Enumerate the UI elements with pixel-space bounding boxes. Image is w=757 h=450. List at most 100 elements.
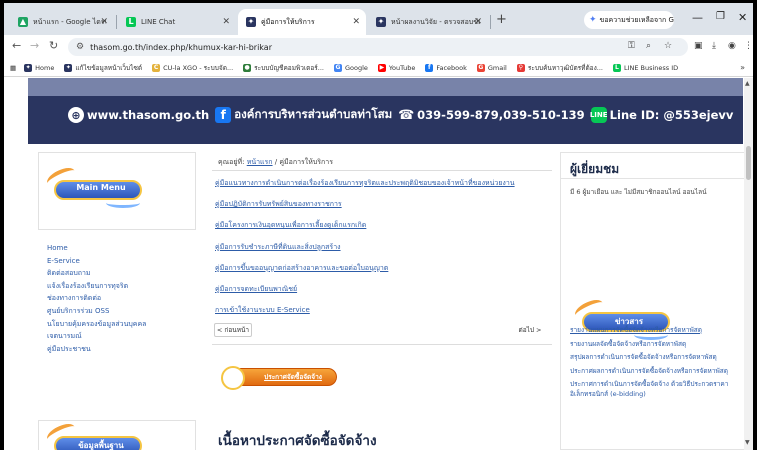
scroll-down-icon[interactable]: ▼ <box>745 439 750 446</box>
youtube-icon: ▶ <box>377 63 386 72</box>
close-icon[interactable]: ✕ <box>100 17 108 27</box>
tab-google-drive[interactable]: ▲ หน้าแรก - Google ไดรฟ์ ✕ <box>10 9 114 35</box>
menu-item-contact-channels[interactable]: ช่องทางการติดต่อ <box>47 292 197 305</box>
banner-website[interactable]: www.thasom.go.th <box>87 108 209 122</box>
link-e-bidding[interactable]: ประกาศการดำเนินการจัดซื้อจัดจ้าง ด้วยวิธ… <box>570 380 740 399</box>
menu-item-privacy[interactable]: นโยบายคุ้มครองข้อมูลส่วนบุคคล <box>47 318 197 331</box>
window-close-icon[interactable]: ✕ <box>738 11 747 24</box>
doc-link-eservice[interactable]: การเข้าใช้งานระบบ E-Service <box>215 303 555 324</box>
basic-info-badge[interactable]: ข้อมูลพื้นฐาน <box>44 420 146 450</box>
scroll-up-icon[interactable]: ▲ <box>745 80 750 87</box>
tab-label: คู่มือการให้บริการ <box>261 17 315 26</box>
location-pin-icon: ⚲ <box>516 63 525 72</box>
doc-link-building-permit[interactable]: คู่มือการขึ้นขออนุญาตก่อสร้างอาคารและขอต… <box>215 261 555 282</box>
zoom-icon[interactable]: ⌕ <box>646 41 651 51</box>
new-tab-button[interactable]: + <box>496 12 507 27</box>
apps-grid-icon[interactable]: ▦ <box>10 64 16 72</box>
main-menu-label: Main Menu <box>76 183 126 192</box>
bookmark-home[interactable]: ✦ Home <box>24 63 54 72</box>
gemini-button[interactable]: ✦ ขอความช่วยเหลือจาก Gemini <box>584 11 674 29</box>
content-heading: เนื้อหาประกาศจัดซื้อจัดจ้าง <box>218 433 377 449</box>
link-procurement-summary[interactable]: สรุปผลการดำเนินการจัดซื้อจัดจ้างหรือการจ… <box>570 353 740 363</box>
globe-icon: ⊕ <box>68 107 84 123</box>
site-logo-icon: ✦ <box>376 17 386 27</box>
url-text: thasom.go.th/index.php/khumux-kar-hi-bri… <box>90 42 272 52</box>
reload-icon[interactable]: ↻ <box>49 39 58 52</box>
gmail-icon: G <box>476 63 485 72</box>
minimize-icon[interactable]: — <box>692 11 703 24</box>
banner-line-id: Line ID: @553ejevv <box>609 108 734 122</box>
menu-item-report-corruption[interactable]: แจ้งเรื่องร้องเรียนการทุจริต <box>47 280 197 293</box>
close-icon[interactable]: ✕ <box>352 17 360 27</box>
accounting-icon: ● <box>243 63 252 72</box>
bookmark-certificate-search[interactable]: ⚲ ระบบค้นหาวุฒิบัตรที่ต้อง... <box>516 63 603 73</box>
visitor-title: ผู้เยี่ยมชม <box>570 162 620 176</box>
tab-label: LINE Chat <box>141 18 176 26</box>
bookmark-facebook[interactable]: f Facebook <box>425 63 467 72</box>
phone-icon: ☎ <box>398 107 415 123</box>
bookmark-google[interactable]: G Google <box>333 63 368 72</box>
restore-icon[interactable]: ❐ <box>716 11 725 22</box>
divider <box>212 344 552 345</box>
breadcrumb-home-link[interactable]: หน้าแรก <box>247 158 273 166</box>
download-icon[interactable]: ⤓ <box>712 41 716 51</box>
address-bar[interactable]: ⚙ thasom.go.th/index.php/khumux-kar-hi-b… <box>68 38 688 56</box>
menu-item-eservice[interactable]: E-Service <box>47 255 197 268</box>
link-procurement-result[interactable]: รายงานผลจัดซื้อจัดจ้างหรือการจัดหาพัสดุ <box>570 340 740 350</box>
close-icon[interactable]: ✕ <box>474 17 482 27</box>
menu-item-home[interactable]: Home <box>47 242 197 255</box>
gemini-sparkle-icon: ✦ <box>589 15 597 25</box>
key-icon[interactable]: ⚿ <box>628 41 635 51</box>
doc-link-newborn-grant[interactable]: คู่มือโครงการเงินอุดหนุนเพื่อการเลี้ยงดู… <box>215 218 555 239</box>
menu-item-intent[interactable]: เจตนารมณ์ <box>47 330 197 343</box>
facebook-icon[interactable]: f <box>215 107 232 123</box>
scrollbar-thumb[interactable] <box>746 146 751 180</box>
back-arrow-icon[interactable]: ← <box>12 39 21 52</box>
doc-link-complaint-manual[interactable]: คู่มือแนวทางการดำเนินการต่อเรื่องร้องเรี… <box>215 176 555 197</box>
divider <box>212 170 552 171</box>
tab-research[interactable]: ✦ หน้าผลงานวิจัย - ตรวจสอบข้อมูล ✕ <box>368 9 488 35</box>
link-procurement-announcement[interactable]: ประกาศผลการดำเนินการจัดซื้อจัดจ้างหรือกา… <box>570 367 740 377</box>
next-button[interactable]: ต่อไป > <box>510 323 550 337</box>
breadcrumb-current: คู่มือการให้บริการ <box>279 158 333 166</box>
link-procurement-plan[interactable]: รายงานแผนการจัดซื้อจัดจ้างหรือการจัดหาพั… <box>570 326 740 336</box>
site-info-icon[interactable]: ⚙ <box>76 42 84 52</box>
close-icon[interactable]: ✕ <box>222 17 230 27</box>
doc-link-commercial-registration[interactable]: คู่มือการจดทะเบียนพาณิชย์ <box>215 282 555 303</box>
bookmarks-overflow-button[interactable]: » <box>740 63 745 72</box>
star-icon[interactable]: ☆ <box>664 41 672 51</box>
menu-item-citizen-manual[interactable]: คู่มือประชาชน <box>47 343 197 356</box>
procurement-banner[interactable]: ประกาศจัดซื้อจัดจ้าง <box>219 364 339 392</box>
bookmark-youtube[interactable]: ▶ YouTube <box>377 63 415 72</box>
procurement-link-list: รายงานแผนการจัดซื้อจัดจ้างหรือการจัดหาพั… <box>570 326 740 403</box>
doc-link-property-manual[interactable]: คู่มือปฏิบัติการรับทรัพย์สินของทางราชการ <box>215 197 555 218</box>
breadcrumb: คุณอยู่ที่: หน้าแรก / คู่มือการให้บริการ <box>218 157 333 168</box>
browser-toolbar: ← → ↻ ⚙ thasom.go.th/index.php/khumux-ka… <box>4 35 753 59</box>
bookmarks-bar: ▦ ✦ Home ✦ แก้ไขข้อมูลหน้าเว็บไซต์ C CU-la … <box>4 59 753 77</box>
site-logo-icon: ✦ <box>24 63 33 72</box>
facebook-icon: f <box>425 63 434 72</box>
menu-dots-icon[interactable]: ⋮ <box>744 41 753 51</box>
bookmark-gmail[interactable]: G Gmail <box>476 63 507 72</box>
profile-icon[interactable]: ◉ <box>728 41 736 51</box>
scrollbar[interactable]: ▲ ▼ <box>744 78 753 450</box>
banner-decoration <box>28 78 743 96</box>
menu-item-oss[interactable]: ศูนย์บริการร่วม OSS <box>47 305 197 318</box>
bookmark-accounting[interactable]: ● ระบบบัญชีคอมพิวเตอร์... <box>243 63 324 73</box>
menu-item-contact[interactable]: ติดต่อสอบถาม <box>47 267 197 280</box>
forward-arrow-icon[interactable]: → <box>30 39 39 52</box>
browser-window: ▲ หน้าแรก - Google ไดรฟ์ ✕ L LINE Chat ✕… <box>4 3 753 450</box>
extensions-icon[interactable]: ▣ <box>694 41 703 51</box>
page-viewport: ⊕ www.thasom.go.th f องค์การบริหารส่วนตำ… <box>4 78 753 450</box>
bookmark-edit-site[interactable]: ✦ แก้ไขข้อมูลหน้าเว็บไซต์ <box>64 63 142 73</box>
bookmark-line-business[interactable]: L LINE Business ID <box>612 63 678 72</box>
doc-link-land-tax[interactable]: คู่มือการรับชำระภาษีที่ดินและสิ่งปลูกสร้… <box>215 240 555 261</box>
divider <box>560 178 745 179</box>
bookmark-cu-laxgo[interactable]: C CU-la XGO - ระบบจัด... <box>152 63 233 73</box>
tab-service-manual[interactable]: ✦ คู่มือการให้บริการ ✕ <box>238 9 366 35</box>
prev-button[interactable]: < ก่อนหน้า <box>214 323 252 337</box>
left-menu: Home E-Service ติดต่อสอบถาม แจ้งเรื่องร้… <box>47 242 197 355</box>
line-icon: LINE <box>590 107 608 123</box>
tab-bar: ▲ หน้าแรก - Google ไดรฟ์ ✕ L LINE Chat ✕… <box>4 3 753 35</box>
tab-line-chat[interactable]: L LINE Chat ✕ <box>118 9 236 35</box>
